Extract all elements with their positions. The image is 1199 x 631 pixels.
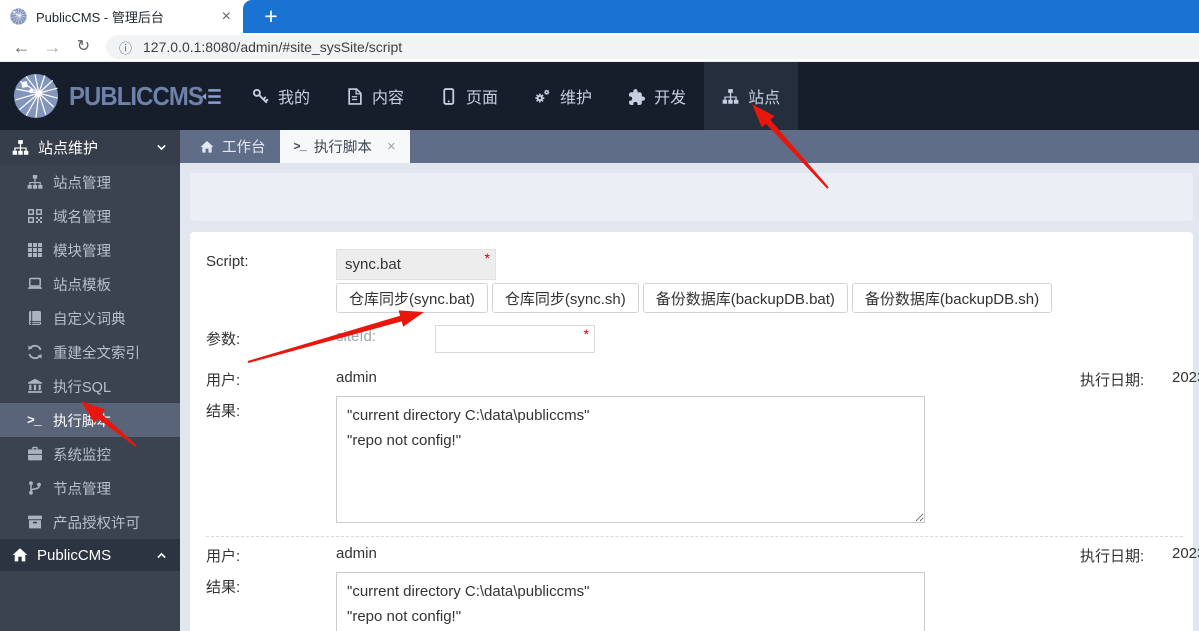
home-icon xyxy=(200,140,214,154)
sidebar: 站点维护 站点管理 域名管理 模块管理 站点模板 自定义词典 重建全文索引 执行… xyxy=(0,130,180,631)
exec-date: 执行日期: 2023 xyxy=(1080,545,1199,566)
topnav-item-develop[interactable]: 开发 xyxy=(610,62,704,130)
result-textarea[interactable]: "current directory C:\data\publiccms" "r… xyxy=(336,396,925,523)
script-input[interactable] xyxy=(336,249,496,280)
sidebar-item-domain-management[interactable]: 域名管理 xyxy=(0,199,180,233)
content-area: 工作台 >_ 执行脚本 × Script: * 仓库同步(sync.bat) xyxy=(180,130,1199,631)
briefcase-icon xyxy=(27,446,43,462)
browser-frame xyxy=(243,0,1199,33)
key-icon xyxy=(252,88,269,105)
script-button-sync-bat[interactable]: 仓库同步(sync.bat) xyxy=(336,283,488,313)
tab-close-icon[interactable]: × xyxy=(220,8,233,25)
exec-date-value: 2023 xyxy=(1172,369,1199,386)
back-icon[interactable]: ← xyxy=(6,34,37,60)
sidebar-section-header[interactable]: 站点维护 xyxy=(0,130,180,165)
sitemap-icon xyxy=(27,174,43,190)
user-value: admin xyxy=(336,545,377,562)
topnav-item-my[interactable]: 我的 xyxy=(234,62,328,130)
sitemap-icon xyxy=(722,88,739,105)
publiccms-logo-icon xyxy=(13,73,59,119)
terminal-icon: >_ xyxy=(293,139,307,154)
laptop-icon xyxy=(27,276,43,292)
topnav-item-page[interactable]: 页面 xyxy=(422,62,516,130)
chevron-up-icon xyxy=(155,549,168,562)
result-label: 结果: xyxy=(206,403,241,420)
sidebar-item-rebuild-index[interactable]: 重建全文索引 xyxy=(0,335,180,369)
script-button-sync-sh[interactable]: 仓库同步(sync.sh) xyxy=(491,283,639,313)
sidebar-item-site-template[interactable]: 站点模板 xyxy=(0,267,180,301)
qrcode-icon xyxy=(27,208,43,224)
chevron-down-icon xyxy=(155,141,168,154)
archive-icon xyxy=(27,514,43,530)
user-value: admin xyxy=(336,369,377,386)
siteid-field-label: siteId: xyxy=(336,328,377,345)
record-divider xyxy=(206,536,1183,537)
gears-icon xyxy=(534,88,551,105)
terminal-icon: >_ xyxy=(27,412,42,428)
script-buttons-row: 仓库同步(sync.bat) 仓库同步(sync.sh) 备份数据库(backu… xyxy=(336,283,1053,313)
tab-workbench[interactable]: 工作台 xyxy=(186,130,280,163)
info-icon[interactable]: ⓘ xyxy=(119,38,132,57)
sidebar-item-custom-dictionary[interactable]: 自定义词典 xyxy=(0,301,180,335)
script-button-backupdb-bat[interactable]: 备份数据库(backupDB.bat) xyxy=(642,283,848,313)
app-tabbar: 工作台 >_ 执行脚本 × xyxy=(180,130,1199,163)
url-text[interactable]: 127.0.0.1:8080/admin/#site_sysSite/scrip… xyxy=(143,39,402,55)
reload-icon[interactable]: ↻ xyxy=(68,34,99,60)
browser-toolbar: ← → ↻ ⓘ 127.0.0.1:8080/admin/#site_sysSi… xyxy=(0,33,1199,62)
puzzle-icon xyxy=(628,88,645,105)
sidebar-item-system-monitor[interactable]: 系统监控 xyxy=(0,437,180,471)
script-form-card: Script: * 仓库同步(sync.bat) 仓库同步(sync.sh) 备… xyxy=(190,232,1199,631)
script-label: Script: xyxy=(206,253,249,270)
branch-icon xyxy=(27,480,43,496)
mobile-icon xyxy=(440,88,457,105)
browser-tab-title: PublicCMS - 管理后台 xyxy=(36,10,164,25)
brand[interactable]: PUBLICCMS xyxy=(0,62,204,130)
refresh-icon xyxy=(27,344,43,360)
tab-execute-script[interactable]: >_ 执行脚本 × xyxy=(279,130,410,163)
params-label: 参数: xyxy=(206,331,241,348)
sidebar-footer-publiccms[interactable]: PublicCMS xyxy=(0,539,180,571)
sidebar-item-product-license[interactable]: 产品授权许可 xyxy=(0,505,180,539)
required-asterisk: * xyxy=(484,250,490,266)
file-icon xyxy=(346,88,363,105)
browser-tab[interactable]: PublicCMS - 管理后台 × xyxy=(0,0,243,33)
siteid-input[interactable] xyxy=(435,325,595,353)
exec-date-label: 执行日期: xyxy=(1080,548,1145,565)
toolbar-panel xyxy=(190,173,1193,221)
forward-icon[interactable]: → xyxy=(37,34,68,60)
new-tab-button[interactable]: + xyxy=(257,2,285,30)
sidebar-item-execute-sql[interactable]: 执行SQL xyxy=(0,369,180,403)
topnav-item-maintain[interactable]: 维护 xyxy=(516,62,610,130)
home-icon xyxy=(12,547,28,563)
favicon xyxy=(10,8,27,25)
user-label: 用户: xyxy=(206,372,241,389)
bank-icon xyxy=(27,378,43,394)
sitemap-icon xyxy=(12,139,29,156)
topnav-item-content[interactable]: 内容 xyxy=(328,62,422,130)
topnav-item-site[interactable]: 站点 xyxy=(704,62,799,130)
result-label: 结果: xyxy=(206,579,241,596)
app-topbar: PUBLICCMS 我的 内容 页面 维护 开发 站点 xyxy=(0,62,1199,130)
sidebar-item-execute-script[interactable]: >_ 执行脚本 xyxy=(0,403,180,437)
browser-tabstrip: PublicCMS - 管理后台 × + xyxy=(0,0,1199,33)
brand-text: PUBLICCMS xyxy=(69,80,204,111)
exec-date-label: 执行日期: xyxy=(1080,372,1145,389)
result-textarea[interactable]: "current directory C:\data\publiccms" "r… xyxy=(336,572,925,631)
required-asterisk: * xyxy=(583,326,589,342)
address-bar[interactable]: ⓘ 127.0.0.1:8080/admin/#site_sysSite/scr… xyxy=(106,35,1199,59)
close-icon[interactable]: × xyxy=(387,138,396,155)
book-icon xyxy=(27,310,43,326)
exec-date: 执行日期: 2023 xyxy=(1080,369,1199,390)
user-label: 用户: xyxy=(206,548,241,565)
sidebar-item-node-management[interactable]: 节点管理 xyxy=(0,471,180,505)
script-button-backupdb-sh[interactable]: 备份数据库(backupDB.sh) xyxy=(851,283,1053,313)
exec-date-value: 2023 xyxy=(1172,545,1199,562)
grid-icon xyxy=(27,242,43,258)
sidebar-item-site-management[interactable]: 站点管理 xyxy=(0,165,180,199)
sidebar-item-module-management[interactable]: 模块管理 xyxy=(0,233,180,267)
content-scroll: Script: * 仓库同步(sync.bat) 仓库同步(sync.sh) 备… xyxy=(180,163,1199,631)
